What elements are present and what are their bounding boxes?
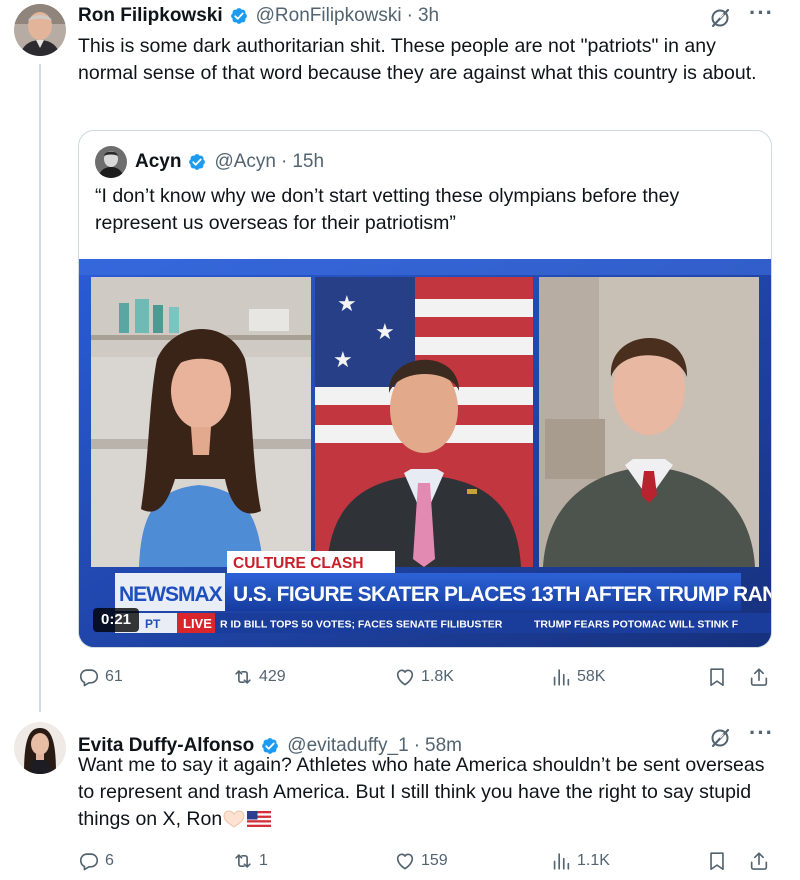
action-bar: 61 429 1.8K 58K [78,662,778,692]
views-icon [550,666,572,688]
views-icon [550,850,572,872]
bookmark-button[interactable] [706,662,728,692]
share-icon [748,666,770,688]
quoted-avatar-image [95,146,127,178]
action-bar: 6 1 159 1.1K [78,846,778,876]
repost-count: 1 [259,852,268,869]
timestamp[interactable]: 3h [418,5,439,27]
quoted-author-handle[interactable]: @Acyn [214,151,276,173]
separator-dot: · [281,151,288,172]
like-button[interactable]: 1.8K [394,662,454,692]
svg-text:★: ★ [337,292,357,317]
svg-text:★: ★ [375,320,395,345]
views-count: 58K [577,668,606,685]
views-button[interactable]: 58K [550,662,605,692]
more-icon[interactable]: ··· [749,722,773,752]
video-panel-right [539,277,759,567]
repost-button[interactable]: 429 [232,662,286,692]
avatar[interactable] [14,722,66,774]
tweet-text-body: Want me to say it again? Athletes who ha… [78,754,765,830]
network-logo: NEWSMAX [119,583,223,606]
live-badge: LIVE [183,616,212,631]
quoted-tweet-text: “I don’t know why we don’t start vetting… [95,185,680,234]
tweet-evita-duffy-alfonso[interactable]: Evita Duffy-Alfonso @evitaduffy_1 · 58m … [0,712,800,880]
reply-icon [78,666,100,688]
tweet-text: This is some dark authoritarian shit. Th… [78,35,757,84]
reply-button[interactable]: 6 [78,846,114,876]
quoted-author-name[interactable]: Acyn [135,151,181,173]
like-count: 1.8K [421,668,454,685]
repost-button[interactable]: 1 [232,846,268,876]
quoted-tweet[interactable]: Acyn @Acyn · 15h “I don’t know why we do… [78,130,772,648]
avatar[interactable] [14,4,66,56]
reply-button[interactable]: 61 [78,662,123,692]
pray-hands-emoji-icon [223,810,245,828]
verified-badge-icon[interactable] [228,5,250,27]
video-panel-left [91,277,311,567]
author-name[interactable]: Ron Filipkowski [78,5,223,27]
separator-dot: · [406,5,413,26]
quoted-tweet-header: Acyn @Acyn · 15h [95,146,324,178]
video-duration-badge: 0:21 [93,608,140,632]
avatar-image [14,722,66,774]
quoted-timestamp[interactable]: 15h [292,151,324,173]
author-handle[interactable]: @RonFilipkowski [256,5,402,27]
repost-count: 429 [259,668,286,685]
bookmark-button[interactable] [706,846,728,876]
us-flag-emoji-icon [247,811,272,827]
like-icon [394,666,416,688]
bookmark-icon [706,666,728,688]
share-button[interactable] [748,846,770,876]
video-player[interactable]: ★ ★ ★ CULTURE CLASH NEWSMAX U.S. FIGURE … [79,259,772,647]
verified-badge-icon[interactable] [186,151,208,173]
svg-text:★: ★ [333,348,353,373]
grok-icon[interactable] [708,6,732,30]
avatar-image [14,4,66,56]
ticker-text-1: R ID BILL TOPS 50 VOTES; FACES SENATE FI… [220,619,503,631]
reply-count: 61 [105,668,123,685]
quoted-avatar[interactable] [95,146,127,178]
tweet-ron-filipkowski[interactable]: Ron Filipkowski @RonFilipkowski · 3h ···… [0,0,800,712]
share-icon [748,850,770,872]
reply-icon [78,850,100,872]
bookmark-icon [706,850,728,872]
tweet-header: Ron Filipkowski @RonFilipkowski · 3h [78,4,439,28]
share-button[interactable] [748,662,770,692]
time-zone-label: PT [145,617,161,631]
chyron-headline: U.S. FIGURE SKATER PLACES 13TH AFTER TRU… [233,583,772,606]
like-button[interactable]: 159 [394,846,448,876]
views-button[interactable]: 1.1K [550,846,610,876]
tweet-text: Want me to say it again? Athletes who ha… [78,752,778,833]
repost-icon [232,666,254,688]
grok-icon[interactable] [708,726,732,750]
video-frame: ★ ★ ★ CULTURE CLASH NEWSMAX U.S. FIGURE … [79,259,772,647]
chyron-tag: CULTURE CLASH [233,555,364,572]
reply-count: 6 [105,852,114,869]
repost-icon [232,850,254,872]
video-panel-center: ★ ★ ★ [315,277,533,567]
ticker-text-2: TRUMP FEARS POTOMAC WILL STINK F [534,619,739,631]
views-count: 1.1K [577,852,610,869]
more-icon[interactable]: ··· [749,2,773,32]
like-icon [394,850,416,872]
like-count: 159 [421,852,448,869]
